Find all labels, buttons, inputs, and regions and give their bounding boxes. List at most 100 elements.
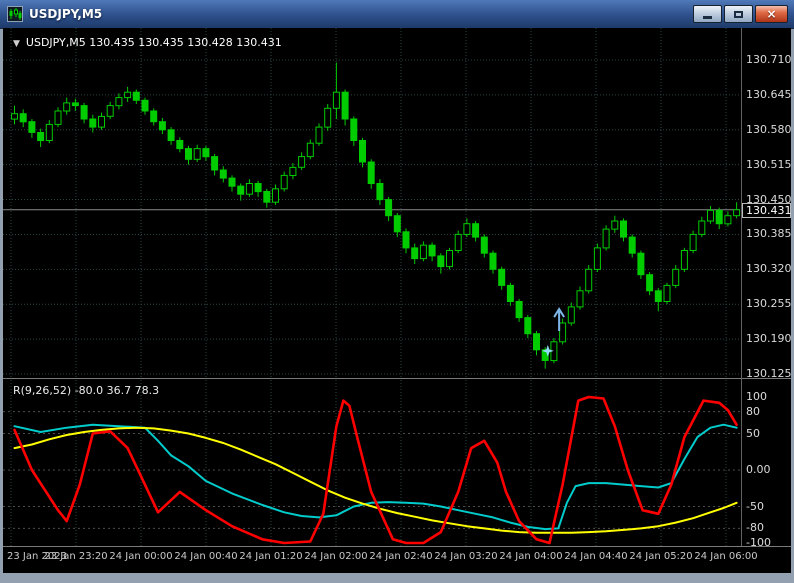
maximize-button[interactable]: [724, 5, 753, 23]
candle: [359, 140, 366, 163]
candle: [498, 268, 506, 286]
candle: [698, 220, 706, 235]
candle: [28, 121, 36, 133]
price-tick-label: 130.710: [746, 53, 791, 66]
time-label: 24 Jan 04:40: [564, 551, 628, 562]
time-label: 24 Jan 04:00: [499, 551, 563, 562]
candle: [132, 91, 140, 101]
title-bar[interactable]: USDJPY,M5 ×: [0, 0, 794, 29]
candle: [124, 91, 132, 99]
indicator-axis[interactable]: 100 80 50 0.00 -50 -80 -100: [744, 380, 791, 549]
close-icon: ×: [766, 7, 777, 21]
price-tick-label: 130.645: [746, 87, 791, 101]
candle: [254, 183, 262, 193]
candle: [428, 244, 436, 257]
candle: [654, 290, 662, 302]
candle: [672, 268, 680, 286]
axis-separator-line: [741, 28, 742, 546]
candle: [89, 118, 97, 128]
candle: [385, 199, 393, 217]
candle: [193, 148, 201, 160]
candle: [350, 118, 358, 141]
indicator-tick-label: 80: [746, 404, 760, 418]
candle: [620, 220, 627, 238]
close-button[interactable]: ×: [755, 5, 788, 23]
current-price-badge: 130.431: [742, 202, 791, 218]
candle: [306, 142, 314, 158]
candle: [115, 97, 123, 107]
candle: [402, 231, 410, 249]
candle: [411, 247, 419, 260]
time-label: 23 Jan 23:20: [44, 551, 108, 562]
candle: [715, 209, 723, 225]
time-label: 24 Jan 03:20: [434, 551, 498, 562]
minimize-button[interactable]: [693, 5, 722, 23]
candle: [472, 223, 480, 238]
mt4-window: USDJPY,M5 × ▼ USDJPY,M5 130.435 130.435 1…: [0, 0, 794, 583]
candle: [567, 306, 575, 324]
window-title: USDJPY,M5: [29, 7, 103, 21]
candle: [211, 156, 219, 171]
indicator-tick-label: 50: [746, 426, 760, 440]
candle: [689, 233, 697, 251]
candle: [71, 102, 79, 107]
time-axis[interactable]: 23 Jan 2023 23 Jan 23:20 24 Jan 00:00 24 Ja…: [3, 548, 791, 570]
candle: [637, 252, 645, 276]
candle: [576, 290, 584, 308]
candle: [646, 274, 654, 292]
indicator-canvas[interactable]: [3, 380, 791, 546]
candle: [680, 250, 688, 270]
minimize-icon: [703, 16, 712, 19]
candle: [463, 223, 471, 235]
maximize-icon: [734, 10, 743, 18]
indicator-tick-label: 100: [746, 390, 767, 403]
price-tick-label: 130.580: [746, 122, 791, 136]
candle: [628, 236, 636, 254]
candle: [376, 183, 384, 201]
candle: [289, 166, 297, 176]
main-chart-canvas[interactable]: [3, 28, 791, 378]
candle: [733, 209, 741, 217]
chart-ohlc-text: USDJPY,M5 130.435 130.435 130.428 130.43…: [25, 36, 282, 49]
candle: [11, 113, 18, 120]
candle: [393, 215, 401, 233]
panel-separator[interactable]: [3, 378, 791, 379]
candle: [663, 284, 671, 302]
candle: [54, 110, 62, 125]
candle: [245, 183, 253, 195]
time-axis-separator: [3, 546, 791, 547]
candle: [446, 250, 453, 268]
candle: [45, 123, 53, 142]
candle: [332, 91, 340, 109]
collapse-arrow-icon[interactable]: ▼: [13, 39, 20, 49]
price-tick-label: 130.385: [746, 227, 791, 241]
candle: [480, 236, 488, 254]
window-controls: ×: [693, 5, 788, 23]
candle: [724, 215, 732, 225]
candle: [454, 233, 462, 251]
candle: [106, 105, 114, 117]
candle: [228, 177, 236, 187]
candle: [280, 174, 288, 190]
chart-header: ▼ USDJPY,M5 130.435 130.435 130.428 130.4…: [13, 36, 282, 49]
candle: [707, 209, 714, 222]
time-label: 24 Jan 05:20: [629, 551, 693, 562]
candle: [341, 91, 349, 120]
candle: [315, 126, 323, 144]
candle: [185, 148, 192, 160]
candle: [515, 301, 523, 319]
candle: [167, 129, 175, 142]
price-tick-label: 130.190: [746, 332, 791, 346]
candle: [263, 191, 271, 203]
candle: [419, 244, 427, 260]
candle: [272, 188, 279, 203]
indicator-tick-label: -80: [746, 521, 764, 535]
time-label: 24 Jan 01:20: [239, 551, 303, 562]
candle: [367, 161, 375, 184]
time-label: 24 Jan 00:00: [109, 551, 173, 562]
candle: [437, 255, 445, 268]
price-tick-label: 130.255: [746, 297, 791, 311]
indicator-tick-label: 0.00: [746, 463, 771, 476]
candle: [593, 247, 601, 270]
candle: [524, 317, 532, 335]
